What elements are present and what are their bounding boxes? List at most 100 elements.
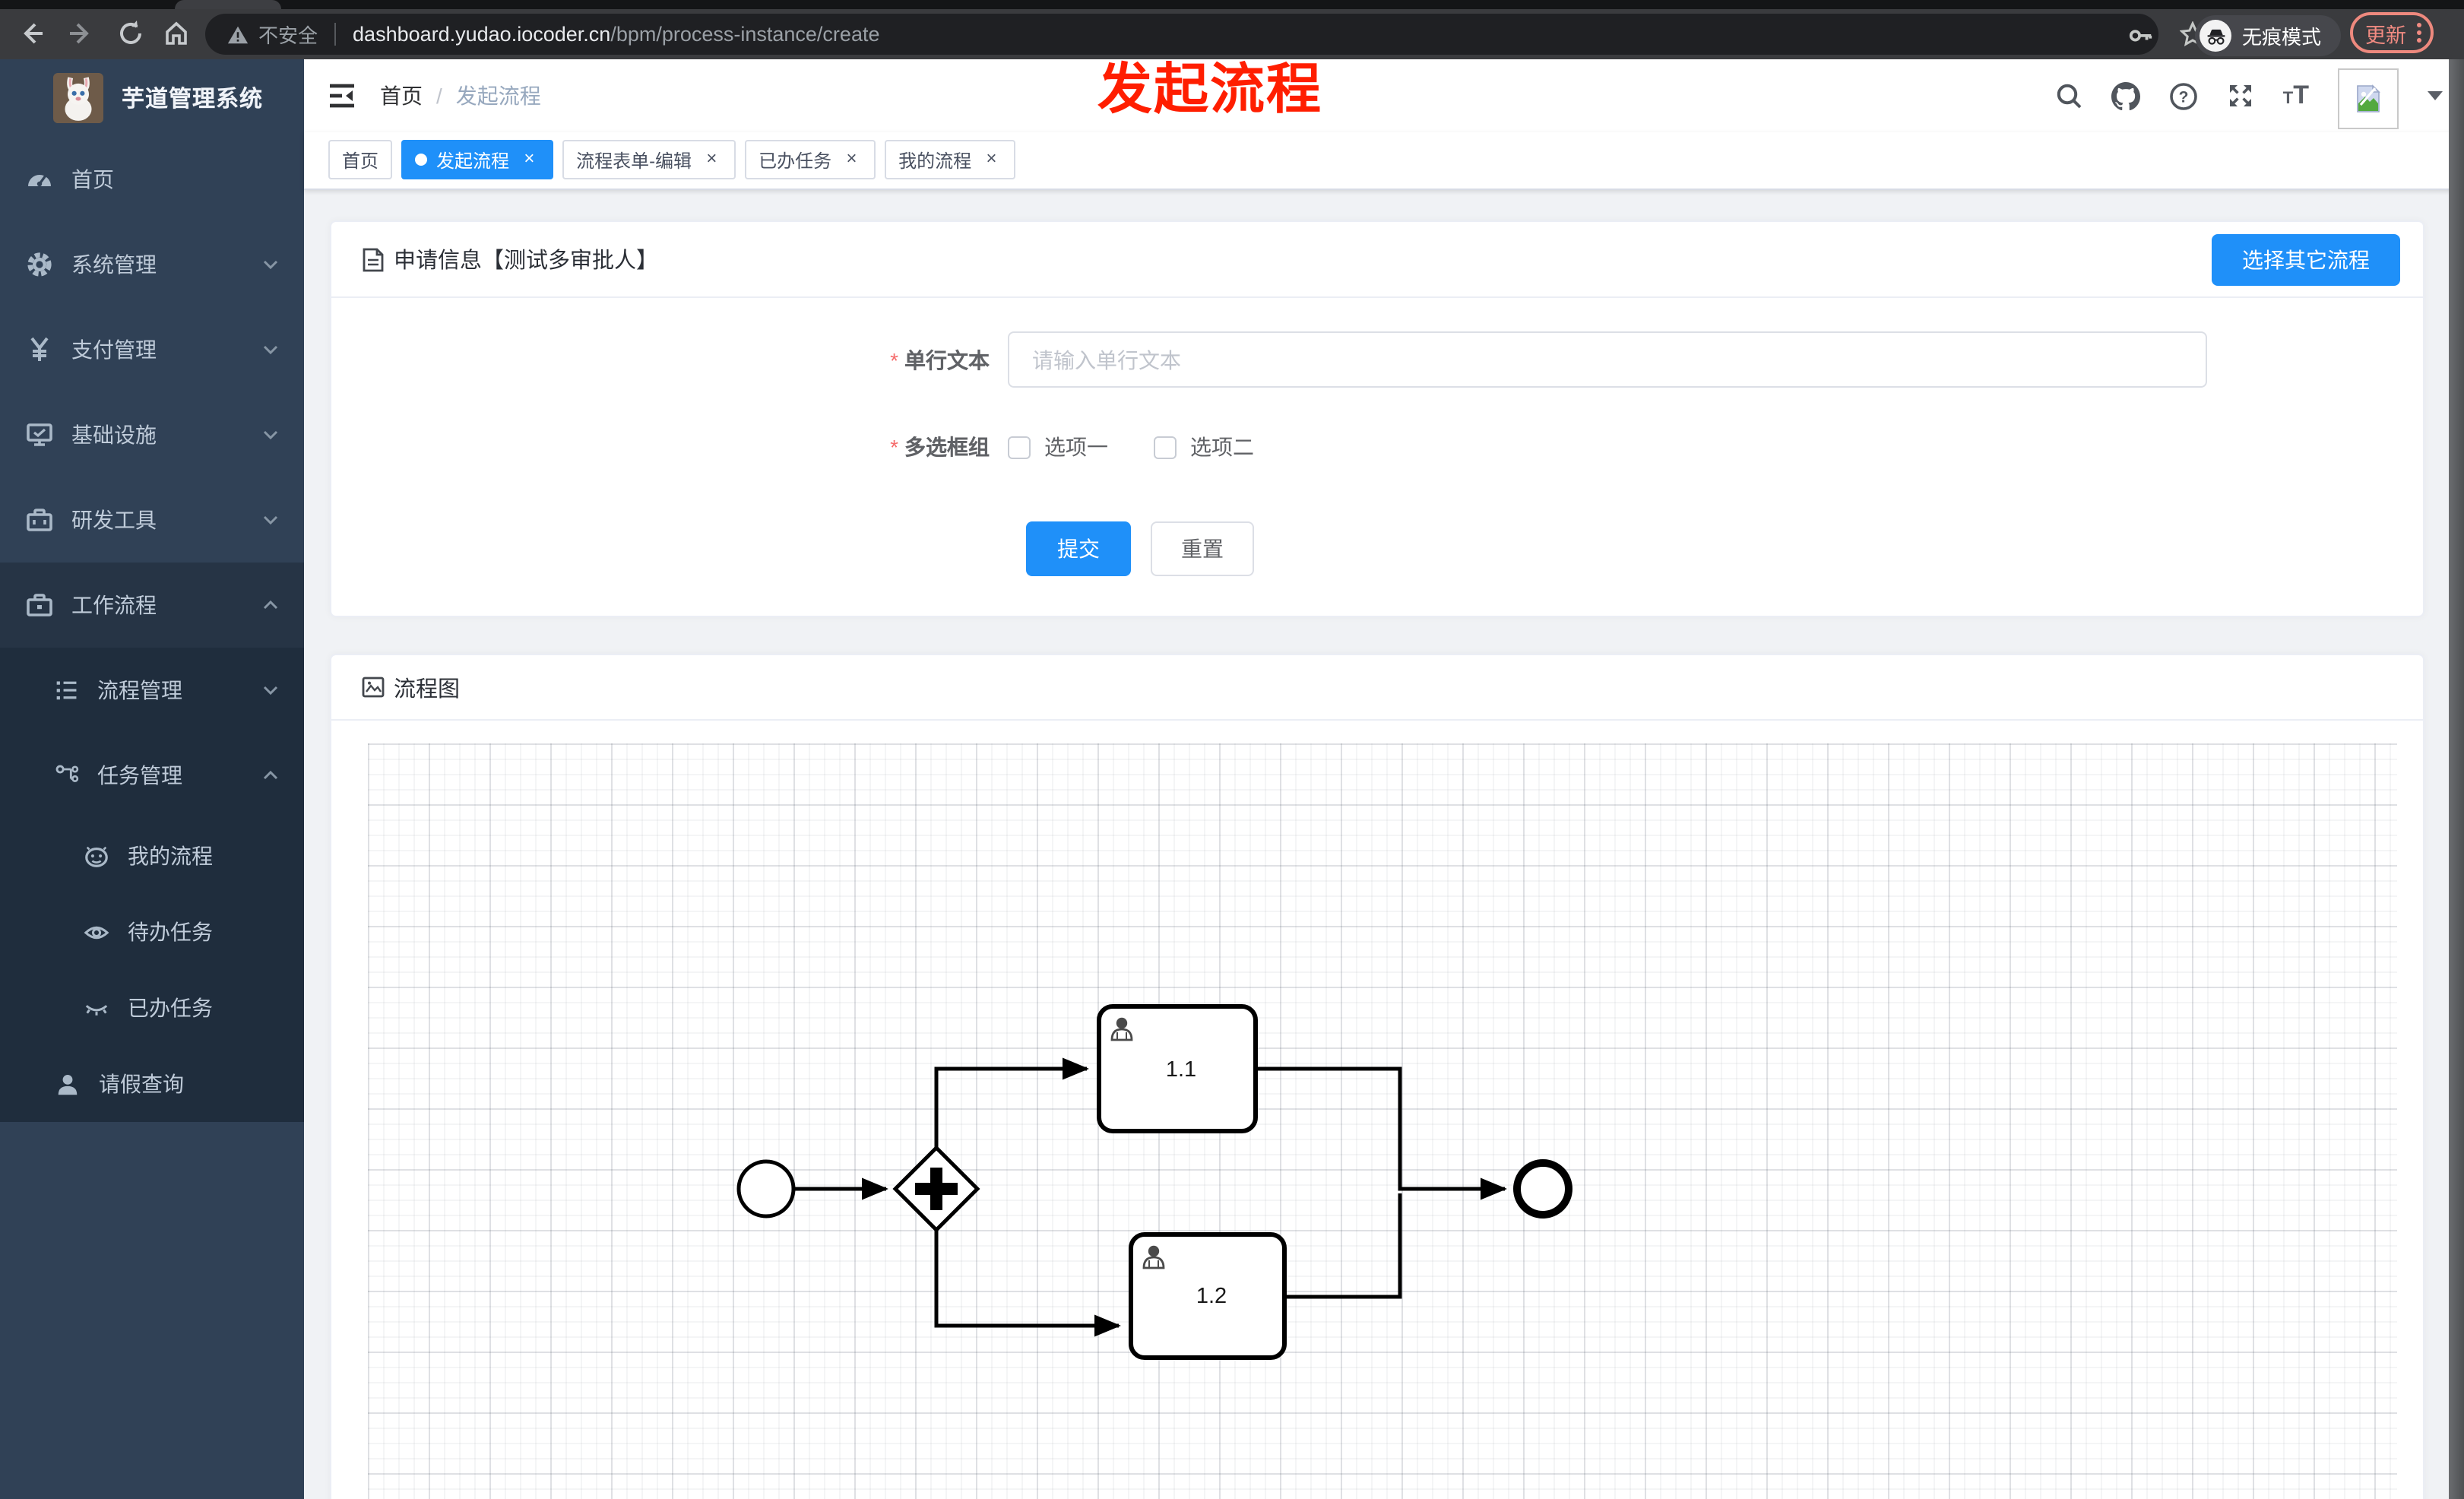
tab-label: 发起流程	[436, 150, 510, 171]
briefcase-icon	[27, 594, 52, 616]
browser-update-button[interactable]: 更新	[2350, 12, 2434, 53]
sidebar-item-infra[interactable]: 基础设施	[0, 392, 304, 477]
sidebar-item-label: 系统管理	[71, 252, 157, 277]
logo-avatar	[53, 73, 103, 123]
font-size-icon[interactable]	[2283, 81, 2309, 111]
incognito-badge: 无痕模式	[2195, 15, 2341, 56]
scrollbar[interactable]	[2449, 59, 2464, 1499]
breadcrumb: 首页 / 发起流程	[380, 59, 541, 132]
chevron-down-icon	[263, 260, 278, 270]
bpmn-canvas[interactable]: 1.1 1.2	[368, 743, 2397, 1499]
annotation-text: 发起流程	[1097, 58, 1323, 120]
search-icon[interactable]	[2055, 82, 2082, 109]
sidebar-item-system[interactable]: 系统管理	[0, 222, 304, 307]
sidebar-item-leave-query[interactable]: 请假查询	[0, 1046, 304, 1122]
ordered-list-icon	[56, 681, 77, 700]
single-line-text-input[interactable]	[1008, 331, 2207, 388]
toolbox-icon	[27, 509, 52, 531]
sidebar-item-label: 已办任务	[128, 996, 213, 1020]
checkbox-icon[interactable]	[1154, 436, 1177, 458]
tab-label: 流程表单-编辑	[576, 150, 692, 171]
start-event-node[interactable]	[736, 1159, 796, 1219]
tab-home[interactable]: 首页	[328, 140, 393, 179]
fullscreen-icon[interactable]	[2227, 82, 2254, 109]
required-asterisk: *	[890, 347, 898, 372]
sidebar-item-payment[interactable]: 支付管理	[0, 307, 304, 392]
field-label: * 单行文本	[890, 347, 990, 372]
tab-form-edit[interactable]: 流程表单-编辑	[562, 140, 736, 179]
sidebar-item-done-tasks[interactable]: 已办任务	[0, 970, 304, 1046]
breadcrumb-home[interactable]: 首页	[380, 81, 423, 111]
sidebar-item-my-process[interactable]: 我的流程	[0, 818, 304, 894]
submit-button[interactable]: 提交	[1026, 521, 1131, 576]
sidebar-item-process-mgmt[interactable]: 流程管理	[0, 648, 304, 733]
url-host: dashboard.yudao.iocoder.cn	[353, 23, 611, 46]
omnibox-divider	[334, 23, 337, 46]
github-icon[interactable]	[2111, 81, 2140, 110]
forward-icon[interactable]	[67, 20, 94, 47]
gear-icon	[27, 252, 52, 277]
active-dot-icon	[415, 154, 428, 166]
apply-info-card-header: 申请信息【测试多审批人】 选择其它流程	[331, 222, 2423, 298]
checkbox-icon[interactable]	[1008, 436, 1031, 458]
flow-gateway-to-task1	[934, 1057, 1089, 1148]
bpmn-grid: 1.1 1.2	[368, 743, 2397, 1499]
breadcrumb-separator: /	[436, 84, 442, 108]
sidebar-item-workflow[interactable]: 工作流程	[0, 563, 304, 648]
reload-icon[interactable]	[117, 20, 144, 47]
chevron-up-icon	[263, 770, 278, 780]
field-label: * 多选框组	[890, 435, 990, 459]
sidebar-item-label: 基础设施	[71, 423, 157, 447]
end-event-node[interactable]	[1513, 1159, 1572, 1219]
tab-label: 首页	[342, 150, 379, 171]
sidebar-item-task-mgmt[interactable]: 任务管理	[0, 733, 304, 818]
user-task-1-1-node[interactable]: 1.1	[1097, 1004, 1258, 1133]
close-icon[interactable]	[841, 149, 862, 170]
choose-other-process-button[interactable]: 选择其它流程	[2212, 234, 2400, 286]
browser-active-tab[interactable]	[175, 0, 281, 9]
sidebar-item-todo-tasks[interactable]: 待办任务	[0, 894, 304, 970]
avatar-dropdown-caret[interactable]	[2428, 91, 2443, 108]
breadcrumb-current: 发起流程	[455, 84, 541, 108]
checkbox-option-2[interactable]: 选项二	[1154, 432, 1254, 462]
robot-face-icon	[85, 845, 108, 867]
close-icon[interactable]	[980, 149, 1002, 170]
sidebar-item-label: 首页	[71, 167, 114, 192]
navbar-actions: ?	[2055, 59, 2443, 132]
back-icon[interactable]	[18, 20, 46, 47]
close-icon[interactable]	[701, 149, 722, 170]
browser-menu-icon[interactable]	[2417, 23, 2421, 43]
close-icon[interactable]	[518, 149, 540, 170]
sidebar-item-label: 请假查询	[99, 1072, 184, 1096]
home-icon[interactable]	[163, 20, 190, 47]
sidebar-collapse-icon[interactable]	[327, 81, 357, 111]
yen-icon	[30, 337, 49, 361]
svg-text:?: ?	[2178, 87, 2188, 105]
sidebar: 芋道管理系统 首页 系统管理 支付管理 基础设施 研发工具 工作流程 流程管理 …	[0, 59, 304, 1499]
tab-done-tasks[interactable]: 已办任务	[745, 140, 876, 179]
reset-button[interactable]: 重置	[1151, 521, 1254, 576]
checkbox-option-1[interactable]: 选项一	[1008, 432, 1108, 462]
flow-gateway-to-task2	[934, 1230, 1121, 1337]
user-task-1-2-node[interactable]: 1.2	[1129, 1232, 1287, 1360]
tab-my-process[interactable]: 我的流程	[885, 140, 1016, 179]
user-icon	[58, 1073, 78, 1095]
sidebar-item-label: 流程管理	[97, 678, 182, 702]
sidebar-item-home[interactable]: 首页	[0, 137, 304, 222]
help-icon[interactable]: ?	[2169, 81, 2198, 110]
avatar[interactable]	[2338, 68, 2399, 129]
sidebar-item-label: 工作流程	[71, 593, 157, 617]
parallel-gateway-node[interactable]	[892, 1145, 980, 1233]
apply-form: *单行文本 *多选框组 选项一 选项二 提交 重置	[331, 298, 2423, 616]
process-diagram-card: 流程图 1.1 1.2	[330, 654, 2424, 1499]
incognito-label: 无痕模式	[2242, 26, 2322, 49]
checkbox-group-row: * 多选框组 选项一 选项二	[331, 432, 2423, 462]
sidebar-item-devtools[interactable]: 研发工具	[0, 477, 304, 563]
tab-start-process[interactable]: 发起流程	[401, 140, 554, 179]
incognito-icon	[2200, 20, 2231, 52]
text-field-row: * 单行文本	[331, 331, 2423, 388]
required-asterisk: *	[890, 435, 898, 459]
browser-tabstrip	[0, 0, 2464, 9]
security-label: 不安全	[258, 24, 318, 47]
password-key-icon[interactable]	[2128, 21, 2154, 47]
